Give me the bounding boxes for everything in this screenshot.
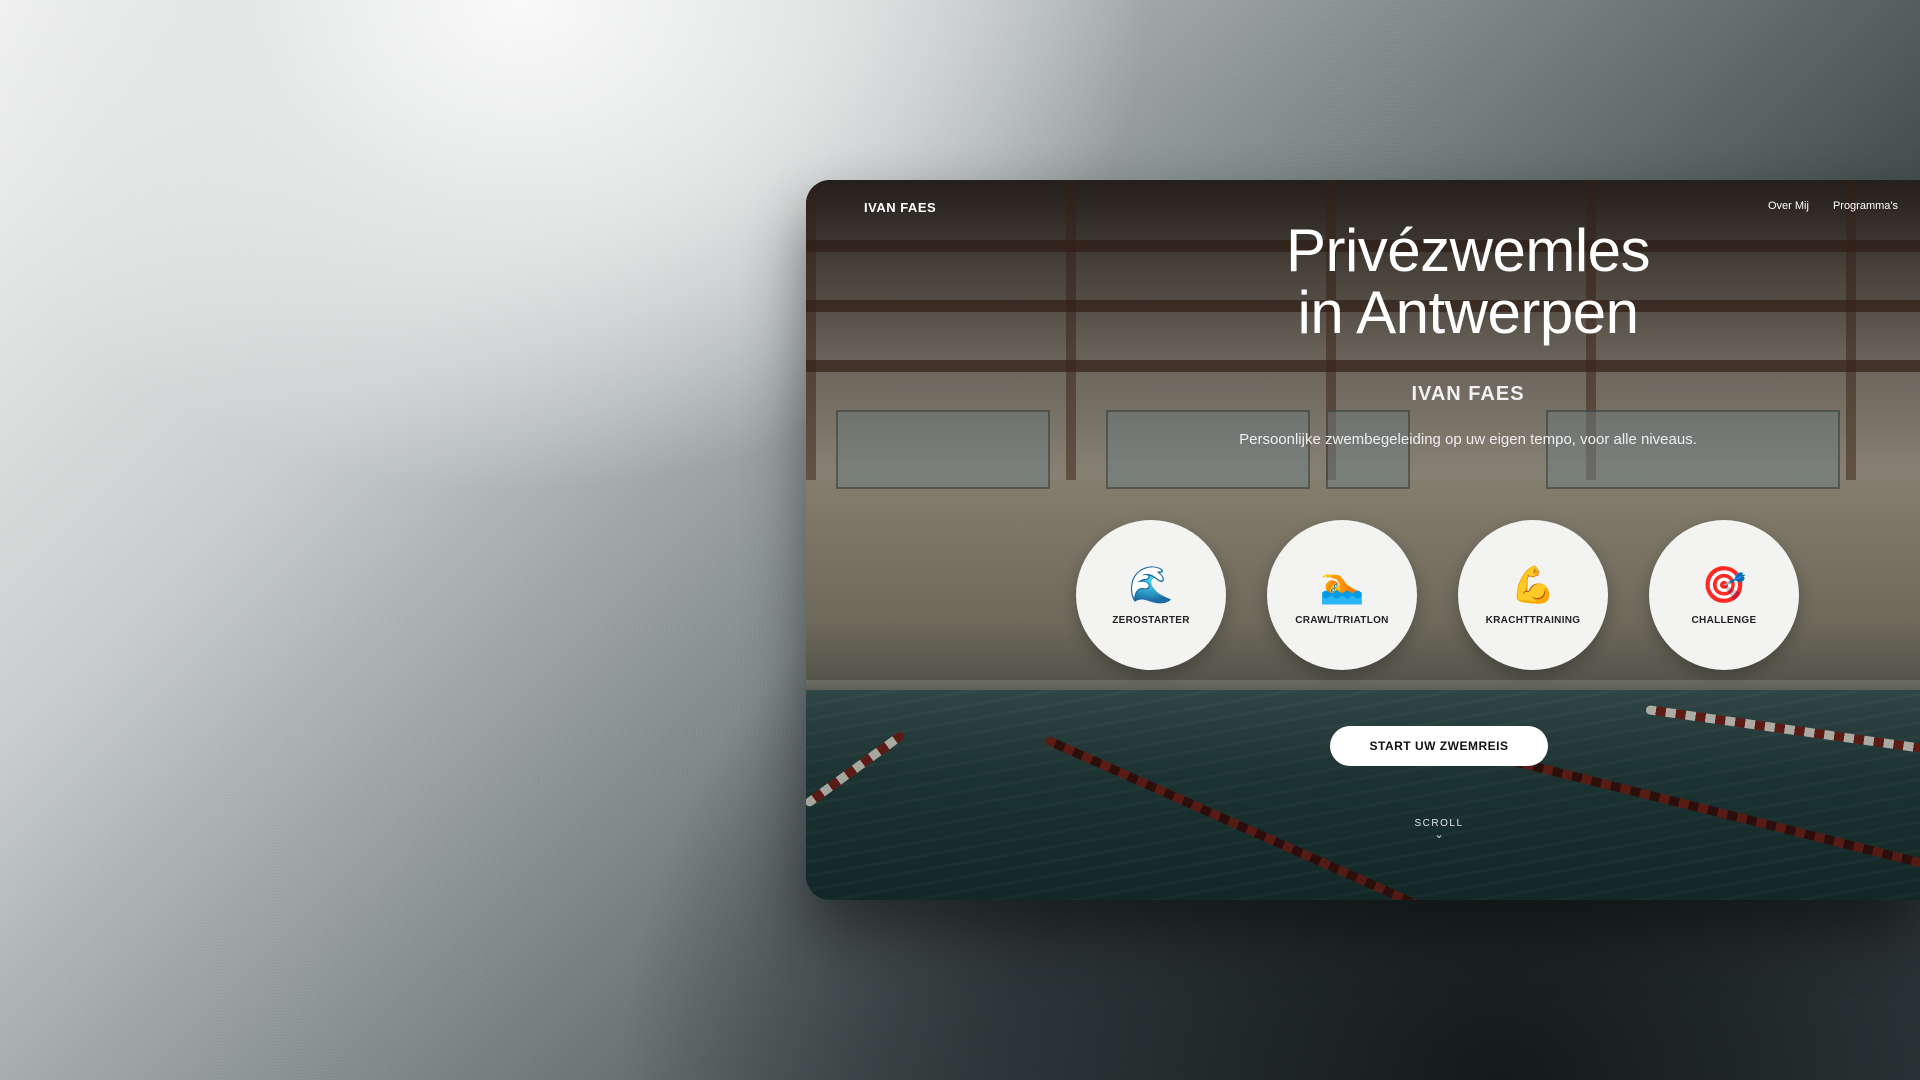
program-card-crawl-triatlon[interactable]: 🏊 CRAWL/TRIATLON — [1267, 520, 1417, 670]
program-label: CRAWL/TRIATLON — [1295, 614, 1389, 626]
nav-link-programmas[interactable]: Programma's — [1833, 200, 1898, 212]
site-logo[interactable]: IVAN FAES — [864, 200, 936, 215]
program-list: 🌊 ZEROSTARTER 🏊 CRAWL/TRIATLON 💪 KRACHTT… — [1076, 520, 1799, 670]
swimmer-icon: 🏊 — [1319, 563, 1365, 605]
program-label: CHALLENGE — [1691, 614, 1757, 626]
flexed-biceps-icon: 💪 — [1510, 563, 1556, 605]
chevron-down-icon: ⌄ — [1434, 829, 1444, 841]
hero-subtitle: Persoonlijke zwembegeleiding op uw eigen… — [1239, 431, 1697, 448]
program-label: ZEROSTARTER — [1112, 614, 1190, 626]
program-card-challenge[interactable]: 🎯 CHALLENGE — [1649, 520, 1799, 670]
hero-title-line-2: in Antwerpen — [1297, 279, 1639, 346]
main-nav: Over Mij Programma's — [1768, 200, 1898, 212]
target-icon: 🎯 — [1701, 563, 1747, 605]
wave-icon: 🌊 — [1128, 563, 1174, 605]
hero-title-line-1: Privézwemles — [1285, 217, 1651, 284]
start-swim-journey-button[interactable]: START UW ZWEMREIS — [1330, 726, 1548, 766]
scroll-label: SCROLL — [1414, 818, 1464, 829]
program-card-zerostarter[interactable]: 🌊 ZEROSTARTER — [1076, 520, 1226, 670]
website-preview-window: IVAN FAES Over Mij Programma's Privézwem… — [806, 180, 1920, 900]
scroll-indicator[interactable]: SCROLL ⌄ — [1389, 818, 1489, 841]
hero-name: IVAN FAES — [1411, 383, 1525, 405]
hero-title: Privézwemles in Antwerpen — [806, 220, 1920, 344]
program-label: KRACHTTRAINING — [1485, 614, 1581, 626]
program-card-krachttraining[interactable]: 💪 KRACHTTRAINING — [1458, 520, 1608, 670]
nav-link-over-mij[interactable]: Over Mij — [1768, 200, 1809, 212]
